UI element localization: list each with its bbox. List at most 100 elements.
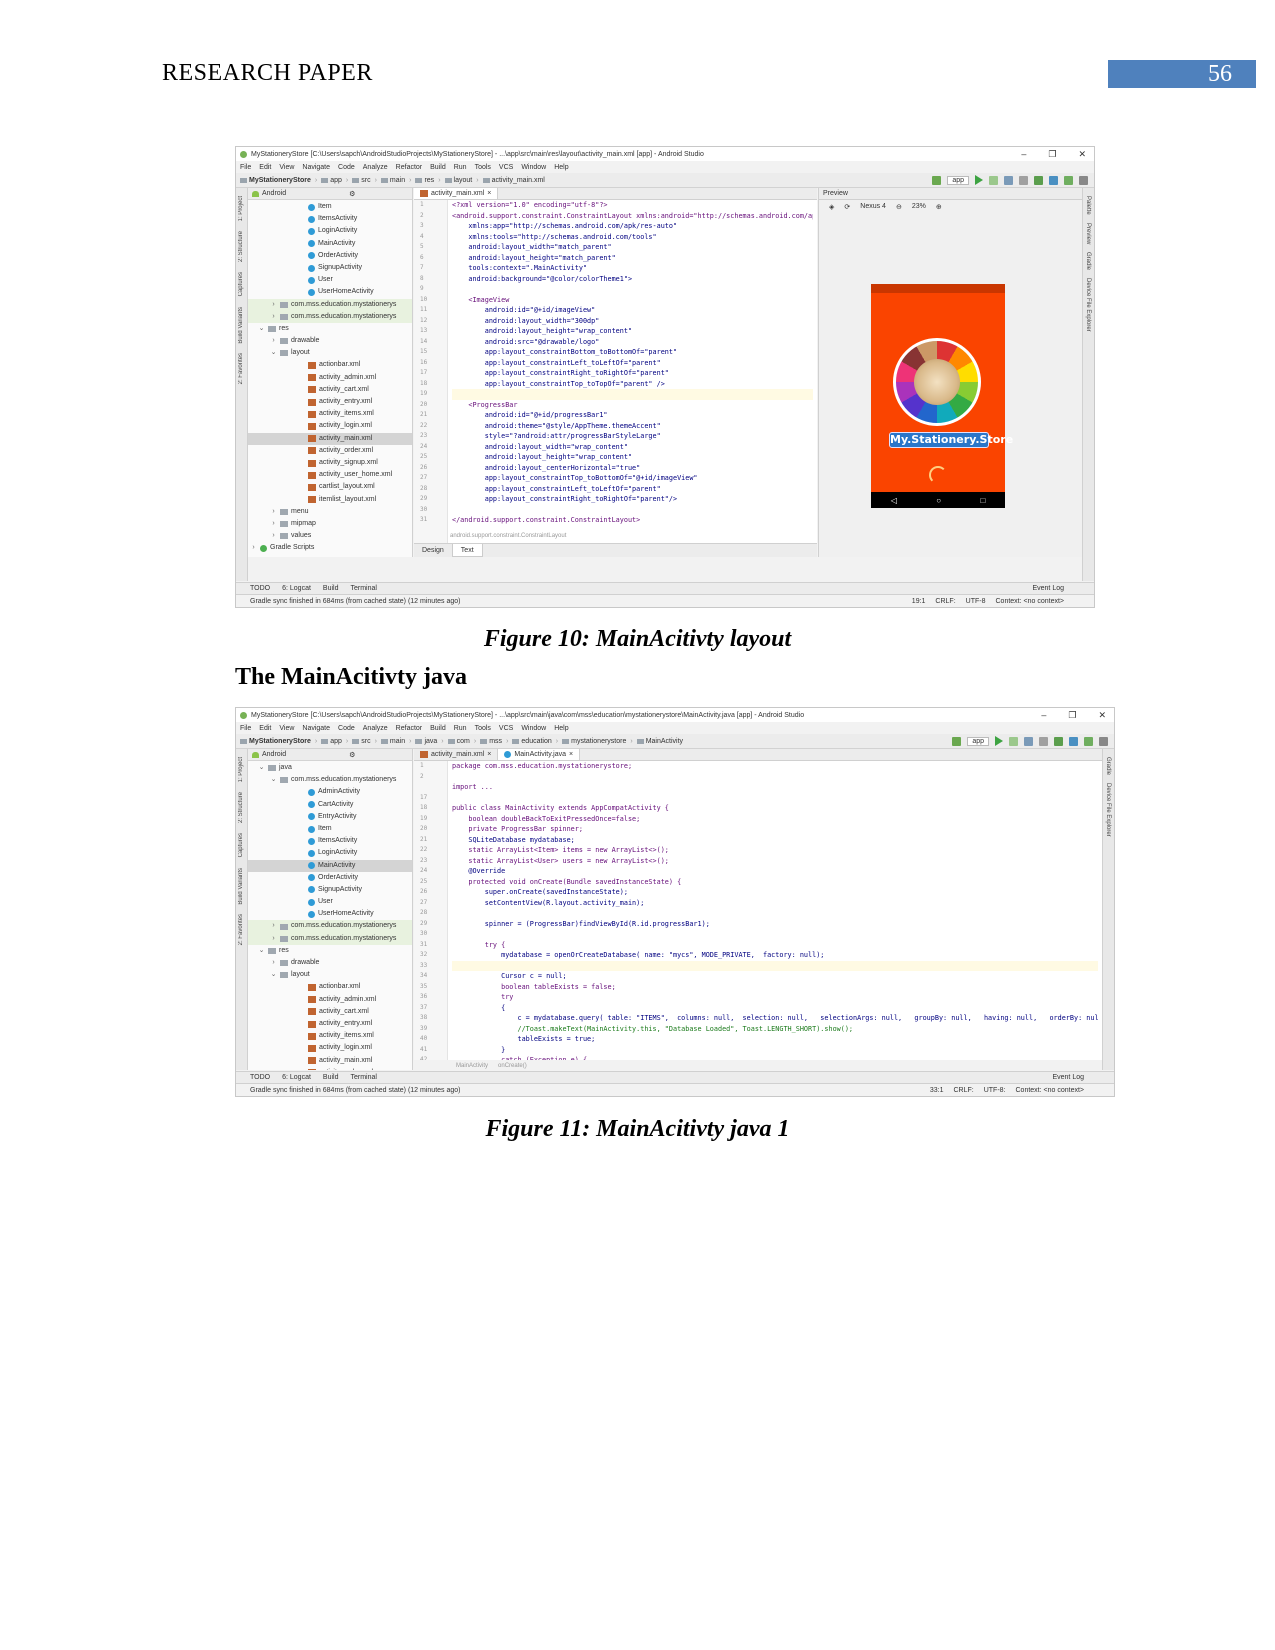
- menu-item[interactable]: Help: [554, 725, 568, 732]
- tree-item[interactable]: CartActivity: [248, 799, 412, 811]
- menu-item[interactable]: Edit: [259, 164, 271, 171]
- code-line[interactable]: app:layout_constraintBottom_toBottomOf="…: [452, 347, 813, 358]
- close-tab-icon[interactable]: ×: [487, 190, 491, 197]
- bottom-tool-tab[interactable]: 6: Logcat: [282, 1074, 311, 1081]
- tree-item[interactable]: itemlist_layout.xml: [248, 494, 412, 506]
- menu-item[interactable]: Build: [430, 725, 446, 732]
- stop-icon[interactable]: [1019, 175, 1028, 185]
- menu-item[interactable]: Edit: [259, 725, 271, 732]
- tree-item[interactable]: ⌄ layout: [248, 347, 412, 359]
- sdk-manager-icon[interactable]: [1064, 175, 1073, 185]
- code-line[interactable]: @Override: [452, 866, 1098, 877]
- code-line[interactable]: package com.mss.education.mystationeryst…: [452, 761, 1098, 772]
- code-line[interactable]: android:layout_width="300dp": [452, 316, 813, 327]
- close-tab-icon[interactable]: ×: [569, 751, 573, 758]
- tree-item[interactable]: OrderActivity: [248, 250, 412, 262]
- code-line[interactable]: xmlns:app="http://schemas.android.com/ap…: [452, 221, 813, 232]
- code-line[interactable]: mydatabase = openOrCreateDatabase( name:…: [452, 950, 1098, 961]
- code-line[interactable]: xmlns:tools="http://schemas.android.com/…: [452, 232, 813, 243]
- tool-window-tab[interactable]: 2: Favorites: [238, 914, 244, 945]
- breadcrumb-item[interactable]: MainActivity: [636, 738, 683, 745]
- search-icon[interactable]: [1099, 736, 1108, 746]
- menu-item[interactable]: File: [240, 725, 251, 732]
- bottom-tool-tab[interactable]: TODO: [250, 585, 270, 592]
- code-line[interactable]: <ImageView: [452, 295, 813, 306]
- device-select[interactable]: Nexus 4: [860, 203, 886, 210]
- expand-arrow-icon[interactable]: ›: [270, 299, 277, 311]
- tree-item[interactable]: activity_admin.xml: [248, 372, 412, 384]
- code-line[interactable]: [452, 908, 1098, 919]
- design-tab[interactable]: Design: [414, 544, 452, 557]
- code-line[interactable]: android:theme="@style/AppTheme.themeAcce…: [452, 421, 813, 432]
- event-log-button[interactable]: Event Log: [1032, 585, 1064, 592]
- expand-arrow-icon[interactable]: ⌄: [258, 762, 265, 774]
- menu-item[interactable]: Build: [430, 164, 446, 171]
- menu-item[interactable]: VCS: [499, 164, 513, 171]
- tree-item[interactable]: activity_main.xml: [248, 1055, 412, 1067]
- tool-window-tab[interactable]: 1: Project: [238, 196, 244, 221]
- code-line[interactable]: android:layout_width="match_parent": [452, 242, 813, 253]
- project-view-mode[interactable]: Android: [262, 751, 286, 758]
- menu-item[interactable]: Help: [554, 164, 568, 171]
- hammer-icon[interactable]: [932, 175, 942, 185]
- code-line[interactable]: SQLiteDatabase mydatabase;: [452, 835, 1098, 846]
- expand-arrow-icon[interactable]: ›: [270, 920, 277, 932]
- menu-item[interactable]: Navigate: [302, 725, 330, 732]
- tool-window-tab[interactable]: Preview: [1085, 223, 1091, 244]
- expand-arrow-icon[interactable]: ⌄: [258, 945, 265, 957]
- tree-item[interactable]: activity_entry.xml: [248, 396, 412, 408]
- code-line[interactable]: android:layout_height="wrap_content": [452, 326, 813, 337]
- expand-arrow-icon[interactable]: ›: [270, 933, 277, 945]
- tree-item[interactable]: activity_order.xml: [248, 445, 412, 457]
- tree-item[interactable]: activity_cart.xml: [248, 384, 412, 396]
- code-line[interactable]: app:layout_constraintTop_toTopOf="parent…: [452, 379, 813, 390]
- code-line[interactable]: boolean doubleBackToExitPressedOnce=fals…: [452, 814, 1098, 825]
- breadcrumb-item[interactable]: mss: [480, 738, 502, 745]
- tree-item[interactable]: activity_items.xml: [248, 408, 412, 420]
- tool-window-tab[interactable]: Build Variants: [238, 307, 244, 344]
- minimize-icon[interactable]: –: [1041, 710, 1046, 720]
- tree-item[interactable]: Item: [248, 823, 412, 835]
- tree-item[interactable]: activity_user_home.xml: [248, 469, 412, 481]
- tree-item[interactable]: ⌄ layout: [248, 969, 412, 981]
- code-line[interactable]: tools:context=".MainActivity": [452, 263, 813, 274]
- tool-window-tab[interactable]: Captures: [238, 833, 244, 857]
- tool-window-tab[interactable]: Gradle: [1085, 252, 1091, 270]
- tree-item[interactable]: MainActivity: [248, 859, 412, 872]
- tree-item[interactable]: activity_login.xml: [248, 420, 412, 432]
- code-line[interactable]: app:layout_constraintTop_toBottomOf="@+i…: [452, 473, 813, 484]
- breadcrumb-item[interactable]: src: [352, 738, 371, 745]
- tool-window-tab[interactable]: 2: Favorites: [238, 353, 244, 384]
- tree-item[interactable]: SignupActivity: [248, 262, 412, 274]
- code-line[interactable]: c = mydatabase.query( table: "ITEMS", co…: [452, 1013, 1098, 1024]
- tree-item[interactable]: activity_items.xml: [248, 1030, 412, 1042]
- event-log-button[interactable]: Event Log: [1052, 1074, 1084, 1081]
- settings-icon[interactable]: ⚙: [349, 751, 355, 759]
- run-config-select[interactable]: app: [947, 175, 969, 185]
- expand-arrow-icon[interactable]: ⌄: [270, 774, 277, 786]
- breadcrumb-item[interactable]: MyStationeryStore: [240, 738, 311, 745]
- menu-item[interactable]: Code: [338, 164, 355, 171]
- tree-item[interactable]: activity_main.xml: [248, 432, 412, 445]
- tool-window-tab[interactable]: 2: Structure: [238, 792, 244, 823]
- tree-item[interactable]: UserHomeActivity: [248, 286, 412, 298]
- tree-item[interactable]: activity_order.xml: [248, 1067, 412, 1070]
- breadcrumb-item[interactable]: main: [380, 738, 405, 745]
- avd-manager-icon[interactable]: [1069, 736, 1078, 746]
- tree-item[interactable]: LoginActivity: [248, 225, 412, 237]
- editor-tab[interactable]: MainActivity.java ×: [498, 749, 581, 760]
- orientation-icon[interactable]: ⟳: [844, 203, 850, 211]
- sync-icon[interactable]: [1054, 736, 1063, 746]
- menu-item[interactable]: Analyze: [363, 725, 388, 732]
- menu-item[interactable]: Tools: [475, 725, 491, 732]
- code-line[interactable]: </android.support.constraint.ConstraintL…: [452, 515, 813, 526]
- tree-item[interactable]: › values: [248, 530, 412, 542]
- tree-item[interactable]: actionbar.xml: [248, 359, 412, 371]
- code-line[interactable]: try: [452, 992, 1098, 1003]
- tree-item[interactable]: Item: [248, 201, 412, 213]
- avd-manager-icon[interactable]: [1049, 175, 1058, 185]
- tool-window-tab[interactable]: Build Variants: [238, 868, 244, 905]
- tree-item[interactable]: SignupActivity: [248, 884, 412, 896]
- sdk-manager-icon[interactable]: [1084, 736, 1093, 746]
- close-icon[interactable]: ✕: [1098, 710, 1106, 721]
